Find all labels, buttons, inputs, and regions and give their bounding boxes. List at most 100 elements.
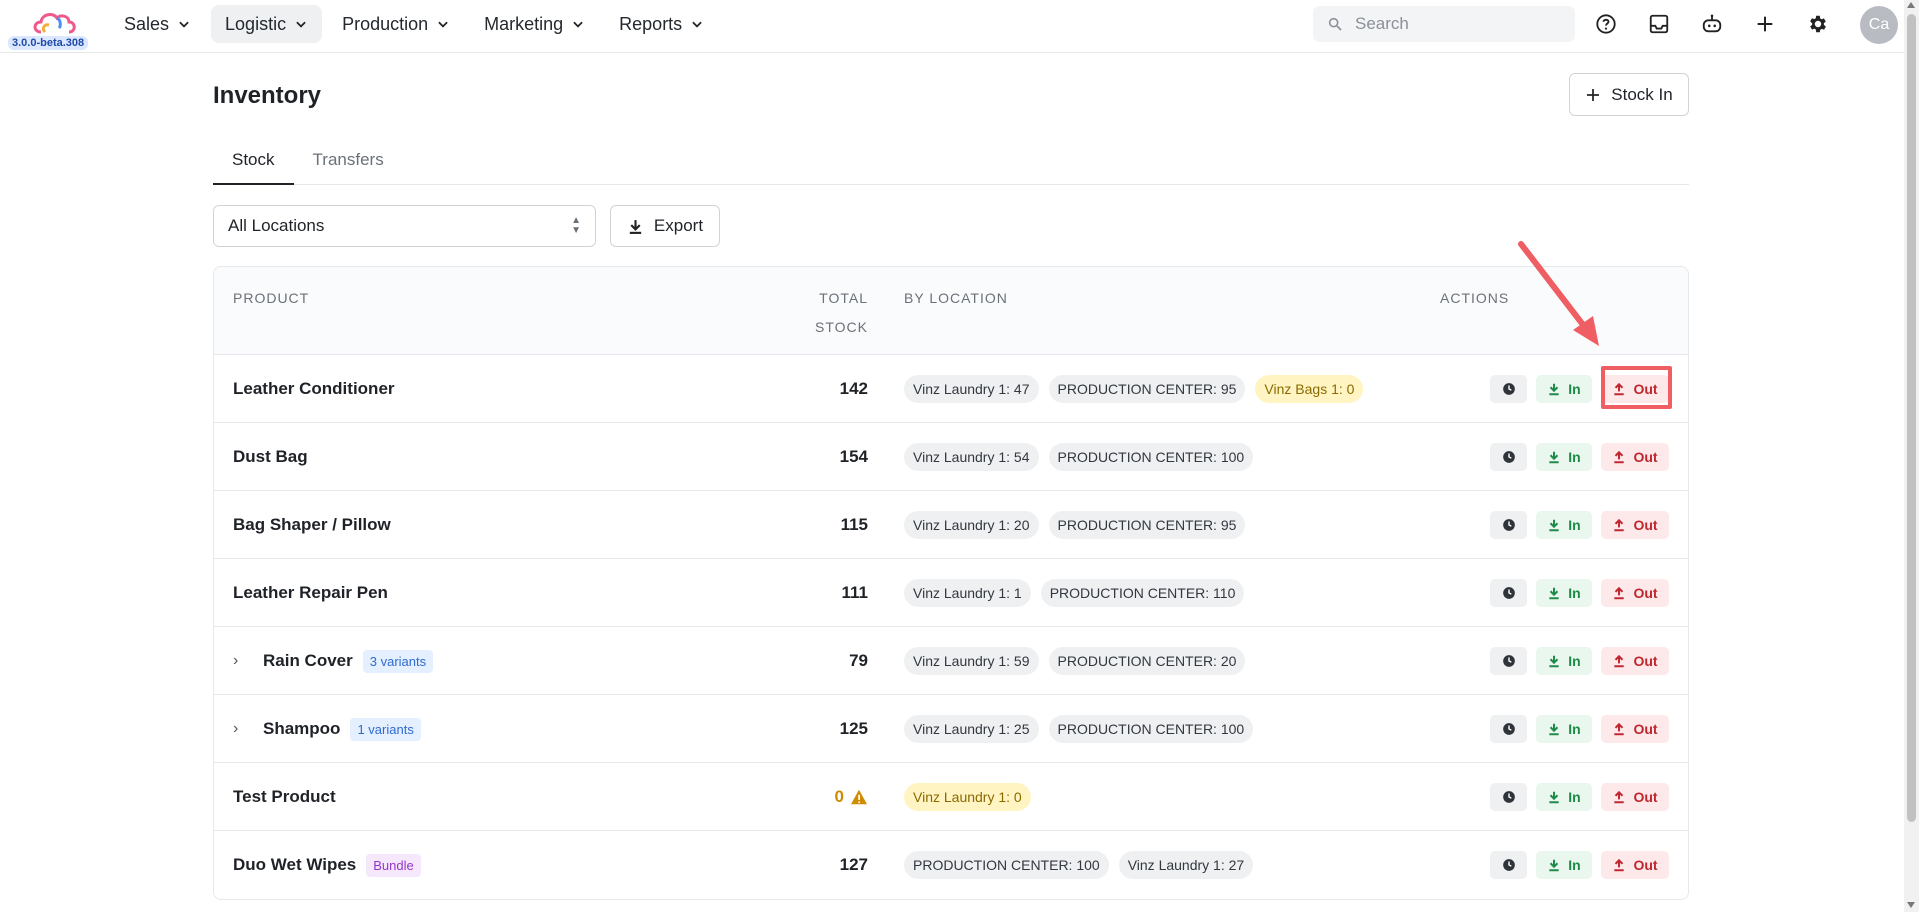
help-icon[interactable] (1590, 7, 1622, 41)
product-cell: Leather Repair Pen (233, 559, 388, 627)
top-icon-group (1590, 7, 1834, 41)
by-location-cell: Vinz Laundry 1: 1 PRODUCTION CENTER: 110 (904, 559, 1245, 627)
scroll-down-icon[interactable] (1907, 902, 1915, 908)
stock-in-row-button[interactable]: In (1536, 851, 1592, 879)
variants-badge: 3 variants (362, 649, 434, 673)
stock-out-row-button[interactable]: Out (1601, 647, 1669, 675)
plus-icon[interactable] (1749, 7, 1781, 41)
scroll-up-icon[interactable] (1907, 2, 1915, 8)
total-stock-value: 125 (839, 719, 868, 738)
history-button[interactable] (1490, 511, 1527, 539)
history-button[interactable] (1490, 579, 1527, 607)
export-label: Export (653, 216, 704, 235)
location-select-value: All Locations (228, 216, 325, 235)
stock-out-row-button[interactable]: Out (1601, 715, 1669, 743)
actions-cell: In Out (1490, 559, 1669, 627)
actions-cell: In Out (1490, 763, 1669, 831)
table-row: › Rain Cover 3 variants 79 Vinz Laundry 1: 5… (214, 627, 1688, 695)
user-avatar[interactable]: Ca (1860, 6, 1898, 44)
location-chip: Vinz Laundry 1: 54 (904, 443, 1039, 471)
product-name: Leather Repair Pen (233, 583, 388, 602)
history-button[interactable] (1490, 375, 1527, 403)
stock-in-row-button[interactable]: In (1536, 579, 1592, 607)
app-logo[interactable]: 3.0.0-beta.308 (6, 6, 96, 50)
product-name[interactable]: Rain Cover (263, 651, 353, 671)
product-name: Duo Wet Wipes (233, 855, 357, 874)
tab-transfers[interactable]: Transfers (294, 140, 403, 185)
history-button[interactable] (1490, 443, 1527, 471)
stock-in-button[interactable]: Stock In (1569, 73, 1689, 116)
history-icon (1502, 791, 1515, 803)
nav-item-marketing[interactable]: Marketing (470, 5, 599, 43)
out-label: Out (1633, 653, 1658, 669)
stock-out-row-button[interactable]: Out (1601, 511, 1669, 539)
stock-in-row-button[interactable]: In (1536, 443, 1592, 471)
stock-in-row-button[interactable]: In (1536, 647, 1592, 675)
nav-item-sales[interactable]: Sales (110, 5, 205, 43)
location-select[interactable]: All Locations ▲ ▼ (213, 205, 596, 247)
nav-item-reports[interactable]: Reports (605, 5, 718, 43)
export-button[interactable]: Export (610, 205, 720, 247)
total-stock-cell: 125 (840, 695, 868, 763)
location-chip: Vinz Laundry 1: 47 (904, 375, 1039, 403)
location-chip: PRODUCTION CENTER: 100 (1048, 715, 1254, 743)
stock-out-row-button[interactable]: Out (1601, 579, 1669, 607)
total-stock-cell: 154 (840, 423, 868, 491)
history-button[interactable] (1490, 647, 1527, 675)
product-cell: Leather Conditioner (233, 355, 395, 423)
search-box[interactable]: Search (1313, 6, 1575, 42)
location-chip: PRODUCTION CENTER: 110 (1040, 579, 1245, 607)
product-cell: Test Product (233, 763, 336, 831)
stock-out-row-button[interactable]: Out (1601, 443, 1669, 471)
upload-icon (1614, 518, 1625, 532)
table-header: PRODUCT TOTAL STOCK BY LOCATION ACTIONS (214, 267, 1688, 355)
history-button[interactable] (1490, 715, 1527, 743)
stock-out-row-button[interactable]: Out (1601, 783, 1669, 811)
total-stock-cell: 0 (835, 763, 868, 831)
stock-in-row-button[interactable]: In (1536, 783, 1592, 811)
chevron-right-icon[interactable]: › (233, 652, 253, 670)
nav-item-production[interactable]: Production (328, 5, 464, 43)
product-cell: Bag Shaper / Pillow (233, 491, 391, 559)
stock-in-row-button[interactable]: In (1536, 511, 1592, 539)
history-icon (1502, 723, 1515, 735)
total-stock-cell: 115 (841, 491, 868, 559)
main-nav: Sales Logistic Production Marketing Reports (110, 5, 718, 43)
header-by-location: BY LOCATION (904, 290, 1008, 306)
product-name: Dust Bag (233, 447, 308, 466)
gear-icon[interactable] (1802, 7, 1834, 41)
product-name[interactable]: Shampoo (263, 719, 340, 739)
total-stock-value: 154 (839, 447, 868, 466)
nav-item-label: Production (342, 13, 429, 34)
nav-item-logistic[interactable]: Logistic (211, 5, 323, 43)
in-label: In (1568, 585, 1581, 601)
variants-badge: 1 variants (350, 717, 421, 741)
inbox-icon[interactable] (1643, 7, 1675, 41)
out-label: Out (1633, 585, 1658, 601)
stock-out-row-button[interactable]: Out (1601, 851, 1669, 879)
history-button[interactable] (1490, 851, 1527, 879)
location-chip: Vinz Laundry 1: 20 (904, 511, 1039, 539)
chevron-right-icon[interactable]: › (233, 720, 253, 738)
stock-in-row-button[interactable]: In (1536, 715, 1592, 743)
warning-icon (851, 789, 867, 805)
total-stock-cell: 111 (842, 559, 869, 627)
total-stock-value: 79 (849, 651, 868, 670)
header-product: PRODUCT (233, 290, 310, 306)
page-scrollbar[interactable] (1904, 0, 1919, 912)
out-label: Out (1633, 517, 1658, 533)
scrollbar-thumb[interactable] (1907, 14, 1916, 822)
by-location-cell: Vinz Laundry 1: 47 PRODUCTION CENTER: 95 V… (904, 355, 1364, 423)
history-icon (1502, 451, 1515, 463)
download-icon (1549, 587, 1559, 600)
actions-cell: In Out (1490, 831, 1669, 899)
tab-stock[interactable]: Stock (213, 140, 294, 185)
download-icon (1549, 383, 1559, 396)
actions-cell: In Out (1490, 695, 1669, 763)
location-chip: Vinz Laundry 1: 27 (1118, 851, 1254, 879)
table-row: Dust Bag 154 Vinz Laundry 1: 54 PRODUCTION … (214, 423, 1688, 491)
chevron-down-icon (296, 21, 306, 28)
stock-in-row-button[interactable]: In (1536, 375, 1592, 403)
history-button[interactable] (1490, 783, 1527, 811)
bot-icon[interactable] (1696, 7, 1728, 41)
